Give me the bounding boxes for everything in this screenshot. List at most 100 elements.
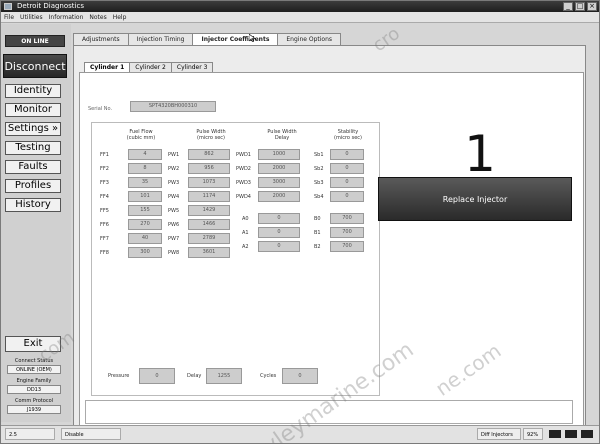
stability-label: Sb1 [314, 152, 324, 158]
pulse-width-label: PW6 [168, 222, 180, 228]
sidebar: ON LINE Disconnect Identity Monitor Sett… [1, 24, 71, 422]
fuel-flow-label: FF4 [100, 194, 109, 200]
pulse-width-label: PW3 [168, 180, 180, 186]
fuel-flow-field: 270 [128, 219, 162, 230]
fuel-flow-label: FF5 [100, 208, 109, 214]
fuel-flow-label: FF2 [100, 166, 109, 172]
tab-injection-timing[interactable]: Injection Timing [127, 33, 194, 45]
stability-label: Sb3 [314, 180, 324, 186]
a-coefficient-label: A0 [242, 216, 249, 222]
stability-field: 0 [330, 149, 364, 160]
comm-protocol-value: J1939 [7, 405, 61, 414]
pulse-width-label: PW2 [168, 166, 180, 172]
status-led-1 [549, 430, 561, 438]
fuel-flow-field: 35 [128, 177, 162, 188]
fuel-flow-field: 8 [128, 163, 162, 174]
fuel-flow-field: 4 [128, 149, 162, 160]
b-coefficient-label: B2 [314, 244, 321, 250]
menu-notes[interactable]: Notes [89, 12, 106, 22]
comm-protocol-label: Comm Protocol [14, 398, 54, 404]
pulse-width-delay-field: 3000 [258, 177, 300, 188]
a-coefficient-field: 0 [258, 213, 300, 224]
pulse-width-field: 2789 [188, 233, 230, 244]
title-bar: Detroit Diagnostics _ □ × [1, 1, 599, 12]
serial-label: Serial No. [88, 106, 113, 112]
sidebar-item-faults[interactable]: Faults [5, 160, 61, 174]
fuel-flow-label: FF7 [100, 236, 109, 242]
fuel-flow-label: FF3 [100, 180, 109, 186]
fuel-flow-label: FF1 [100, 152, 109, 158]
main-tabs: Adjustments Injection Timing Injector Co… [73, 33, 342, 46]
sidebar-item-profiles[interactable]: Profiles [5, 179, 61, 193]
connect-status-value: ONLINE (OEM) [7, 365, 61, 374]
fuel-flow-field: 101 [128, 191, 162, 202]
menu-help[interactable]: Help [113, 12, 127, 22]
b-coefficient-field: 700 [330, 227, 364, 238]
stability-label: Sb4 [314, 194, 324, 200]
maximize-button[interactable]: □ [575, 2, 585, 11]
pulse-width-field: 862 [188, 149, 230, 160]
cylinder-content: Serial No. SPT4320BH000310 Fuel Flow (cu… [79, 72, 584, 426]
b-coefficient-field: 700 [330, 213, 364, 224]
coefficients-panel: Cylinder 1 Cylinder 2 Cylinder 3 Serial … [73, 45, 586, 437]
pulse-width-delay-label: PWD3 [236, 180, 251, 186]
menu-bar: File Utilities Information Notes Help [1, 12, 599, 23]
app-icon [4, 3, 12, 10]
cycles-label: Cycles [260, 373, 277, 379]
cylinder-number: 1 [464, 125, 496, 183]
stability-field: 0 [330, 177, 364, 188]
tab-engine-options[interactable]: Engine Options [277, 33, 342, 45]
a-coefficient-label: A2 [242, 244, 249, 250]
window-title: Detroit Diagnostics [17, 2, 84, 10]
message-box [85, 400, 573, 424]
pulse-width-label: PW7 [168, 236, 180, 242]
sidebar-item-identity[interactable]: Identity [5, 84, 61, 98]
engine-family-label: Engine Family [16, 378, 52, 384]
exit-button[interactable]: Exit [5, 336, 61, 352]
pressure-field: 0 [139, 368, 175, 384]
pulse-width-label: PW1 [168, 152, 180, 158]
mouse-cursor-icon [249, 34, 256, 42]
b-coefficient-label: B0 [314, 216, 321, 222]
sidebar-item-history[interactable]: History [5, 198, 61, 212]
stability-header: Stability (micro sec) [334, 129, 362, 141]
status-percent: 92% [523, 428, 543, 440]
engine-family-value: DD13 [7, 385, 61, 394]
pulse-width-field: 3601 [188, 247, 230, 258]
menu-file[interactable]: File [4, 12, 14, 22]
a-coefficient-field: 0 [258, 227, 300, 238]
tab-adjustments[interactable]: Adjustments [73, 33, 129, 45]
pulse-width-field: 1073 [188, 177, 230, 188]
app-window: Detroit Diagnostics _ □ × File Utilities… [0, 0, 600, 444]
minimize-button[interactable]: _ [563, 2, 573, 11]
pulse-width-label: PW5 [168, 208, 180, 214]
pressure-label: Pressure [108, 373, 130, 379]
tab-cylinder-1[interactable]: Cylinder 1 [84, 62, 131, 72]
sidebar-item-testing[interactable]: Testing [5, 141, 61, 155]
fuel-flow-field: 40 [128, 233, 162, 244]
disconnect-button[interactable]: Disconnect [3, 54, 67, 78]
b-coefficient-field: 700 [330, 241, 364, 252]
stability-field: 0 [330, 191, 364, 202]
pulse-width-field: 956 [188, 163, 230, 174]
fuel-flow-field: 155 [128, 205, 162, 216]
close-button[interactable]: × [587, 2, 597, 11]
sidebar-item-monitor[interactable]: Monitor [5, 103, 61, 117]
serial-field: SPT4320BH000310 [130, 101, 216, 112]
online-status: ON LINE [5, 35, 65, 47]
menu-information[interactable]: Information [49, 12, 84, 22]
a-coefficient-field: 0 [258, 241, 300, 252]
sidebar-item-settings[interactable]: Settings » [5, 122, 61, 136]
cycles-field: 0 [282, 368, 318, 384]
delay-label: Delay [187, 373, 202, 379]
status-version: 2.5 [5, 428, 55, 440]
b-coefficient-label: B1 [314, 230, 321, 236]
tab-cylinder-2[interactable]: Cylinder 2 [129, 62, 172, 72]
pulse-width-delay-header: Pulse Width Delay [267, 129, 297, 141]
pulse-width-label: PW8 [168, 250, 180, 256]
replace-injector-button[interactable]: Replace Injector [378, 177, 572, 221]
pulse-width-field: 1429 [188, 205, 230, 216]
pulse-width-field: 1466 [188, 219, 230, 230]
tab-cylinder-3[interactable]: Cylinder 3 [170, 62, 214, 72]
menu-utilities[interactable]: Utilities [20, 12, 43, 22]
